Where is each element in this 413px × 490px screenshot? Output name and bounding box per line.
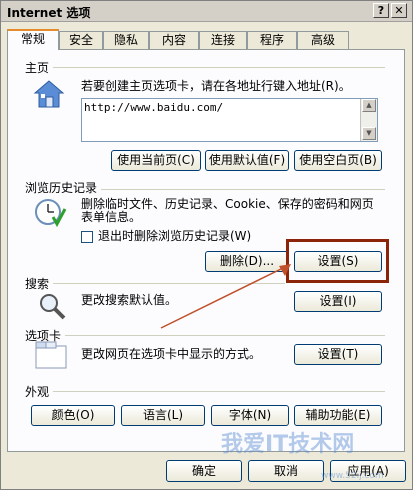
tab-security[interactable]: 安全 <box>59 31 103 49</box>
cancel-button[interactable]: 取消 <box>248 460 324 482</box>
watermark-url: www.52ij.com <box>321 471 384 481</box>
ok-button[interactable]: 确定 <box>166 460 242 482</box>
history-clock-icon <box>35 199 67 227</box>
fonts-button[interactable]: 字体(N) <box>211 405 289 426</box>
title-bar: Internet 选项 ? ✕ <box>1 1 412 22</box>
annotation-arrow <box>160 264 291 329</box>
tab-connections[interactable]: 连接 <box>199 31 247 49</box>
use-default-button[interactable]: 使用默认值(F) <box>205 150 289 171</box>
languages-button[interactable]: 语言(L) <box>121 405 205 426</box>
use-current-button[interactable]: 使用当前页(C) <box>111 150 201 171</box>
internet-options-dialog: Internet 选项 ? ✕ 常规 安全 隐私 内容 连接 程序 高级 主页 … <box>0 0 413 490</box>
colors-button[interactable]: 颜色(O) <box>31 405 115 426</box>
search-section-label: 搜索 <box>25 275 54 292</box>
history-section-label: 浏览历史记录 <box>25 179 102 196</box>
delete-on-exit-label: 退出时删除浏览历史记录(W) <box>98 229 252 243</box>
magnifier-icon <box>40 294 66 320</box>
watermark: 我爱IT技术网 <box>221 432 355 457</box>
home-section-label: 主页 <box>25 59 54 76</box>
tabs-description: 更改网页在选项卡中显示的方式。 <box>81 347 262 361</box>
tab-general[interactable]: 常规 <box>7 29 59 50</box>
help-button[interactable]: ? <box>373 3 389 18</box>
use-blank-button[interactable]: 使用空白页(B) <box>294 150 382 171</box>
home-page-url-textarea[interactable]: http://www.baidu.com/ ▲ ▼ <box>81 98 378 142</box>
accessibility-button[interactable]: 辅助功能(E) <box>294 405 382 426</box>
scroll-up-icon[interactable]: ▲ <box>362 99 376 112</box>
home-page-url: http://www.baidu.com/ <box>84 101 224 114</box>
home-icon <box>33 80 65 108</box>
tab-privacy[interactable]: 隐私 <box>103 31 149 49</box>
scroll-down-icon[interactable]: ▼ <box>362 127 376 140</box>
home-section-rule <box>25 67 385 68</box>
tabs-settings-button[interactable]: 设置(T) <box>294 344 382 365</box>
tab-content[interactable]: 内容 <box>149 31 199 49</box>
delete-on-exit-checkbox[interactable] <box>81 231 93 243</box>
tabbed-window-icon <box>35 341 67 369</box>
history-description-line2: 表单信息。 <box>81 210 142 224</box>
close-button[interactable]: ✕ <box>391 3 407 18</box>
tab-advanced[interactable]: 高级 <box>297 31 349 49</box>
tab-programs[interactable]: 程序 <box>247 31 297 49</box>
window-title: Internet 选项 <box>7 6 91 20</box>
textarea-scrollbar[interactable]: ▲ ▼ <box>360 99 377 141</box>
search-settings-button[interactable]: 设置(I) <box>294 291 382 312</box>
appearance-section-rule <box>25 391 385 392</box>
home-description: 若要创建主页选项卡，请在各地址行键入地址(R)。 <box>81 79 351 93</box>
appearance-section-label: 外观 <box>25 383 54 400</box>
highlight-box <box>286 239 389 283</box>
